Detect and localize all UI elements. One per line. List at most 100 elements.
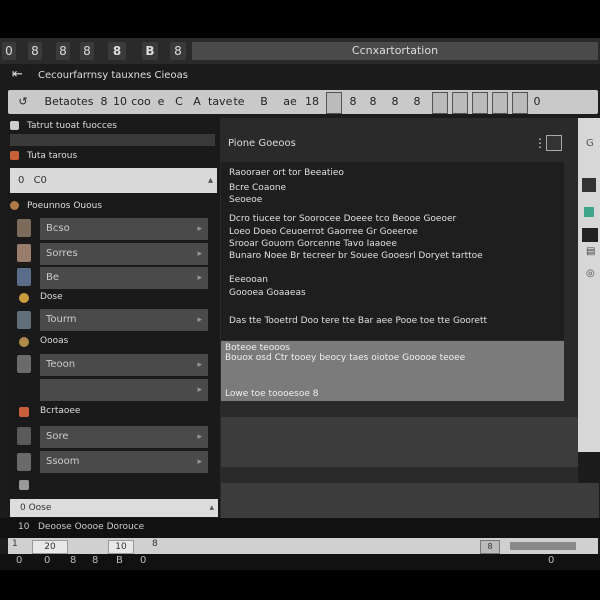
breadcrumb: Cecourfarrnsy tauxnes Cieoas — [38, 70, 188, 81]
caret-icon: ▴ — [209, 503, 214, 513]
sidebar-filter-input[interactable] — [10, 134, 215, 146]
window-button-3[interactable]: 8 — [56, 42, 70, 60]
panel-title: Pione Goeoos — [228, 138, 296, 149]
item-thumbnail — [17, 311, 31, 329]
window-button-2[interactable]: 8 — [28, 42, 42, 60]
taskbar-item[interactable]: 8 — [92, 555, 98, 566]
tertiary-area — [221, 483, 599, 518]
taskbar-item[interactable]: 0 — [140, 555, 146, 566]
text-line: Bunaro Noee Br tecreer br Souee Gooesrl … — [229, 251, 483, 261]
text-line: Raooraer ort tor Beeatieo — [229, 168, 344, 178]
text-line: Srooar Gouorn Gorcenne Tavo Iaaoee — [229, 239, 397, 249]
toolbar-icon-c[interactable]: 8 — [388, 92, 402, 112]
toolbar-square-5[interactable] — [492, 92, 508, 114]
toolbar-button-4[interactable]: coo — [130, 92, 152, 112]
right-pane-label: G — [586, 138, 594, 149]
list-item[interactable]: Teoon ▸ — [40, 354, 208, 376]
folder-icon — [10, 121, 19, 130]
right-pane-button[interactable] — [582, 228, 598, 242]
toolbar-button-2[interactable]: 8 — [98, 92, 110, 112]
toolbar-square-1[interactable] — [326, 92, 342, 114]
text-line: Bcre Coaone — [229, 183, 287, 193]
window-button-4[interactable]: 8 — [80, 42, 94, 60]
toolbar-icon-b[interactable]: 8 — [366, 92, 380, 112]
list-item[interactable]: Sore ▸ — [40, 426, 208, 448]
toolbar-square-6[interactable] — [512, 92, 528, 114]
toolbar-button-12[interactable]: 18 — [302, 92, 322, 112]
list-item[interactable]: Bcso ▸ — [40, 218, 208, 240]
bottom-right-icon[interactable]: 8 — [480, 540, 500, 554]
green-status-icon[interactable] — [584, 207, 594, 217]
bottom-field-2[interactable]: 10 — [108, 540, 134, 554]
toolbar-button-5[interactable]: e — [154, 92, 168, 112]
toolbar-button-1[interactable]: Betaotes — [44, 92, 94, 112]
sidebar-section-2: Dose — [40, 292, 63, 302]
right-pane-button[interactable] — [582, 178, 596, 192]
window-button-1[interactable]: 0 — [2, 42, 16, 60]
list-item[interactable]: Sorres ▸ — [40, 243, 208, 265]
sidebar-row-2[interactable]: Tuta tarous — [10, 151, 215, 167]
info-icon[interactable]: ◎ — [586, 268, 595, 279]
text-line: Goooea Goaaeas — [229, 288, 306, 298]
toolbar-button-6[interactable]: C — [172, 92, 186, 112]
taskbar-item[interactable]: 0 — [16, 555, 22, 566]
window-button-5[interactable]: 8 — [108, 42, 126, 60]
taskbar-item[interactable]: 0 — [44, 555, 50, 566]
badge-icon — [19, 293, 29, 303]
toolbar-button-10[interactable]: B — [256, 92, 272, 112]
window-button-7[interactable]: 8 — [170, 42, 186, 60]
circle-icon — [10, 201, 19, 210]
toolbar-button-9[interactable]: te — [224, 92, 254, 112]
more-options-icon[interactable]: ⋮ — [534, 136, 546, 150]
toolbar-button-3[interactable]: 10 — [112, 92, 128, 112]
selected-text-line: Lowe toe toooesoe 8 — [225, 389, 319, 399]
toolbar-icon-a[interactable]: 8 — [346, 92, 360, 112]
tag-icon — [19, 407, 29, 417]
item-thumbnail — [17, 268, 31, 286]
text-line: Loeo Doeo Ceuoerrot Gaorree Gr Goeeroe — [229, 227, 418, 237]
window-title: Ccnxartortation — [192, 42, 598, 60]
taskbar — [0, 554, 600, 570]
status-text: Deoose Ooooe Dorouce — [38, 522, 145, 532]
select-caret-icon: ▴ — [207, 175, 213, 186]
sidebar-section-3: Oooas — [40, 336, 69, 346]
sidebar-footer-input[interactable]: 0 Oose ▴ — [10, 499, 218, 517]
window-button-6[interactable]: B — [142, 42, 158, 60]
toolbar-square-2[interactable] — [432, 92, 448, 114]
sidebar-section-4: Bcrtaoee — [40, 406, 81, 416]
text-line: Das tte Tooetrd Doo tere tte Bar aee Poo… — [229, 316, 488, 326]
toolbar-icon-d[interactable]: 8 — [410, 92, 424, 112]
list-item[interactable]: Be ▸ — [40, 267, 208, 289]
toolbar-button-8[interactable]: tave — [208, 92, 232, 112]
right-pane — [578, 118, 600, 452]
refresh-icon[interactable]: ↺ — [16, 92, 30, 112]
toolbar-button-11[interactable]: ae — [280, 92, 300, 112]
tag-icon — [10, 151, 19, 160]
taskbar-item[interactable]: 0 — [548, 555, 554, 566]
progress-track[interactable] — [510, 542, 576, 550]
bottom-bar-left: 1 — [12, 539, 18, 549]
bottom-field-1[interactable]: 20 — [32, 540, 68, 554]
item-thumbnail — [17, 244, 31, 262]
taskbar-item[interactable]: B — [116, 555, 123, 566]
selected-text-line: Boteoe teooos — [225, 343, 290, 353]
square-icon — [19, 480, 29, 490]
secondary-area — [221, 417, 578, 467]
panel-toggle-icon[interactable] — [546, 135, 562, 151]
item-thumbnail — [17, 219, 31, 237]
bottom-field-3: 8 — [152, 539, 158, 549]
list-item[interactable]: Tourm ▸ — [40, 309, 208, 331]
toolbar-button-7[interactable]: A — [190, 92, 204, 112]
toolbar-icon-e[interactable]: 0 — [530, 92, 544, 112]
item-thumbnail — [17, 355, 31, 373]
sidebar-select[interactable]: 0 C0 ▴ — [10, 168, 217, 193]
taskbar-item[interactable]: 8 — [70, 555, 76, 566]
grid-icon[interactable]: ▤ — [586, 246, 595, 257]
toolbar-square-3[interactable] — [452, 92, 468, 114]
back-arrow-icon[interactable]: ⇤ — [12, 67, 23, 82]
sidebar-section-1: Poeunnos Ouous — [10, 201, 215, 217]
toolbar-square-4[interactable] — [472, 92, 488, 114]
list-item[interactable]: Ssoom ▸ — [40, 451, 208, 473]
list-item[interactable]: ▸ — [40, 379, 208, 401]
text-line: Dcro tiucee tor Soorocee Doeee tco Beooe… — [229, 214, 457, 224]
